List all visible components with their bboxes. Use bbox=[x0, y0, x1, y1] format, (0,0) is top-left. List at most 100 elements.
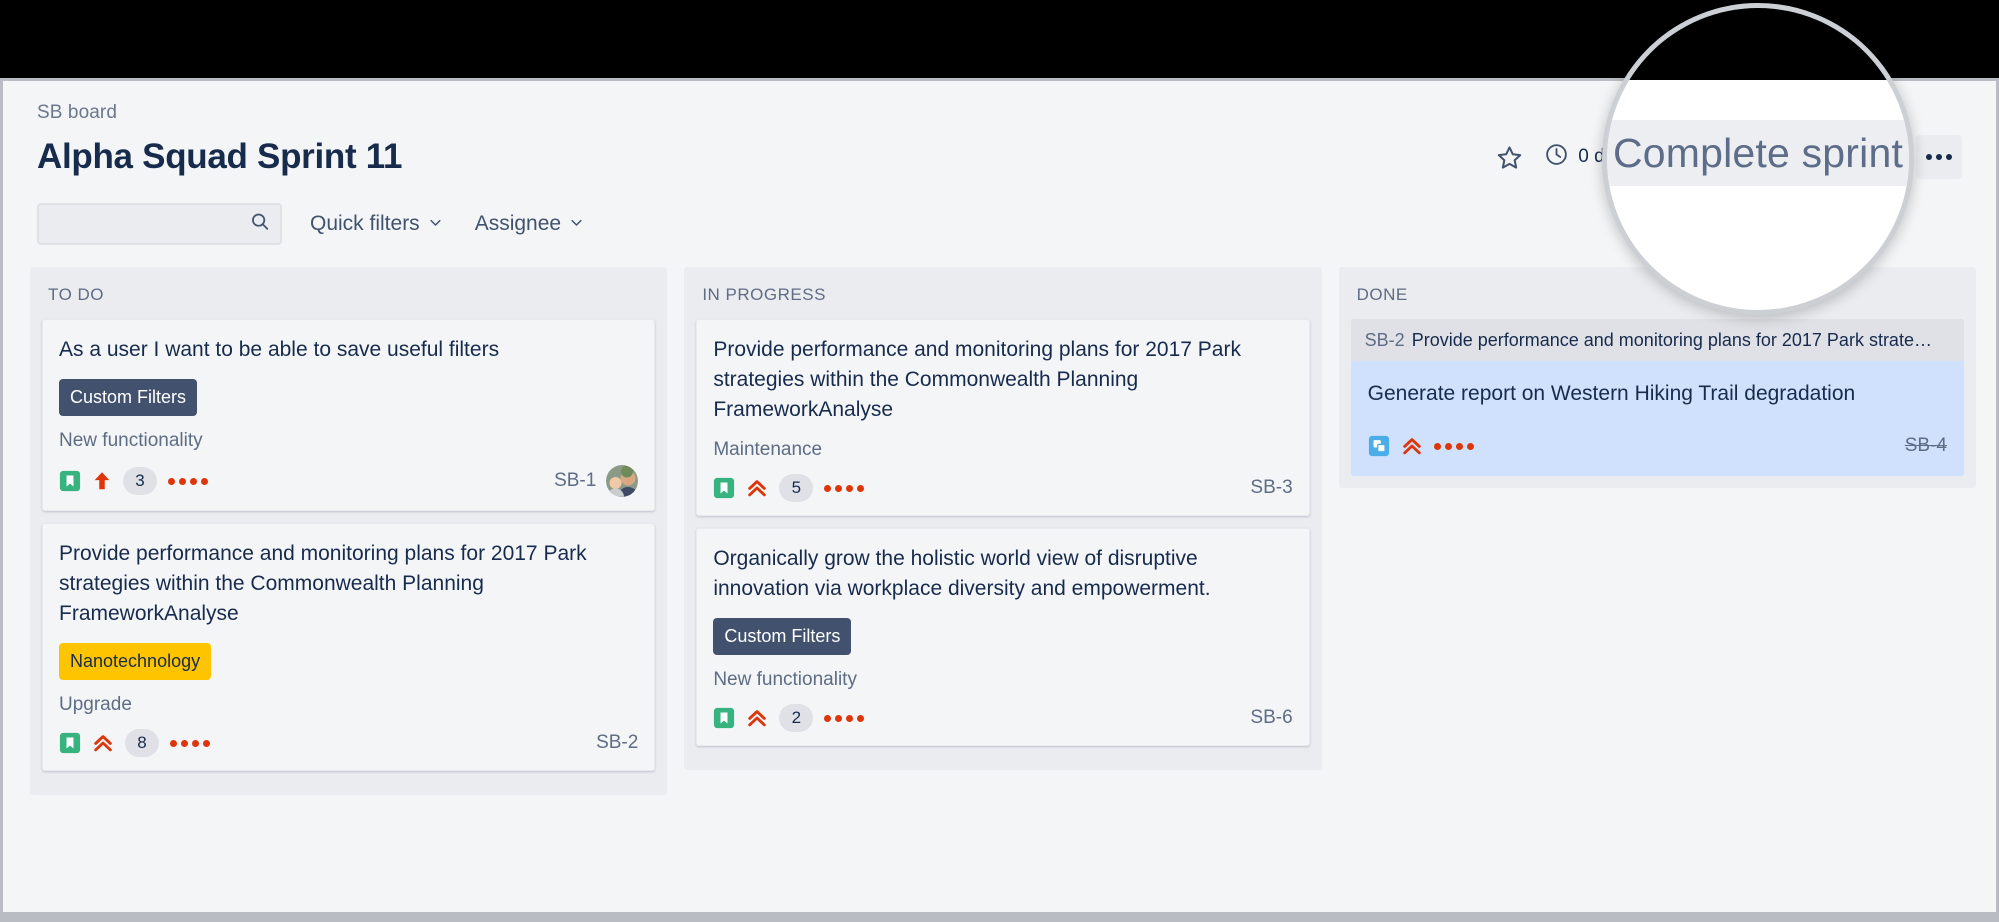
issue-card-footer: SB-4 bbox=[1368, 435, 1947, 457]
chevron-down-icon bbox=[569, 212, 584, 236]
more-actions-button[interactable] bbox=[1916, 135, 1962, 179]
issue-key[interactable]: SB-2 bbox=[596, 732, 638, 754]
flag-dot bbox=[857, 484, 865, 492]
flagged-dots-icon bbox=[168, 477, 208, 485]
assignee-label: Assignee bbox=[474, 212, 562, 235]
more-dot bbox=[1926, 154, 1932, 160]
parent-issue-group-header[interactable]: SB-2 Provide performance and monitoring p… bbox=[1350, 319, 1964, 361]
issue-key[interactable]: SB-1 bbox=[554, 470, 596, 492]
clock-icon bbox=[1544, 142, 1569, 173]
flagged-dots-icon bbox=[170, 739, 210, 747]
flag-dot bbox=[201, 477, 208, 485]
issue-card-title: Organically grow the holistic world view… bbox=[713, 547, 1211, 600]
column-header-todo: TO DO bbox=[48, 285, 105, 304]
column-header-inprogress: IN PROGRESS bbox=[702, 285, 826, 304]
priority-highest-chevrons-up-icon bbox=[746, 707, 768, 729]
flag-dot bbox=[1433, 442, 1441, 450]
issue-card-meta: 3 bbox=[59, 467, 208, 495]
board-columns: TO DO As a user I want to be able to save… bbox=[3, 245, 1996, 845]
flag-dot bbox=[190, 477, 197, 485]
flag-dot bbox=[179, 477, 186, 485]
issue-card[interactable]: Provide performance and monitoring plans… bbox=[696, 319, 1310, 516]
issue-card[interactable]: Generate report on Western Hiking Trail … bbox=[1350, 361, 1964, 476]
flag-dot bbox=[857, 714, 865, 722]
flag-dot bbox=[824, 714, 832, 722]
column-body-done: SB-2 Provide performance and monitoring p… bbox=[1339, 319, 1976, 476]
column-body-inprogress: Provide performance and monitoring plans… bbox=[684, 319, 1321, 746]
search-input[interactable] bbox=[37, 203, 282, 245]
issue-card-title: Generate report on Western Hiking Trail … bbox=[1367, 382, 1856, 405]
issue-card[interactable]: Organically grow the holistic world view… bbox=[696, 528, 1310, 746]
story-bookmark-icon bbox=[59, 470, 81, 492]
issue-card-title: Provide performance and monitoring plans… bbox=[713, 338, 1241, 421]
magnifier-overlay: Complete sprint bbox=[1602, 3, 1914, 315]
story-bookmark-icon bbox=[59, 732, 81, 754]
flag-dot bbox=[835, 714, 843, 722]
flag-dot bbox=[1455, 442, 1463, 450]
search-field-wrapper bbox=[37, 203, 282, 245]
issue-card-title: As a user I want to be able to save usef… bbox=[59, 338, 500, 361]
page-title: Alpha Squad Sprint 11 bbox=[37, 137, 403, 176]
flag-dot bbox=[203, 739, 210, 747]
star-button[interactable] bbox=[1488, 136, 1530, 178]
issue-epic-label[interactable]: Upgrade bbox=[59, 694, 638, 716]
avatar[interactable] bbox=[606, 465, 639, 497]
parent-issue-key: SB-2 bbox=[1364, 330, 1405, 350]
issue-label-chip[interactable]: Custom Filters bbox=[713, 618, 852, 655]
issue-card-meta: 2 bbox=[713, 704, 865, 732]
story-bookmark-icon bbox=[713, 477, 735, 499]
column-body-todo: As a user I want to be able to save usef… bbox=[30, 319, 667, 771]
flag-dot bbox=[824, 484, 832, 492]
flagged-dots-icon bbox=[824, 714, 865, 722]
chevron-down-icon bbox=[428, 212, 443, 236]
subtask-squares-icon bbox=[1368, 435, 1390, 457]
issue-card-footer: 2 SB-6 bbox=[713, 704, 1293, 732]
more-dot bbox=[1946, 154, 1952, 160]
quick-filters-label: Quick filters bbox=[310, 212, 420, 235]
priority-highest-chevrons-up-icon bbox=[1401, 435, 1423, 457]
flagged-dots-icon bbox=[1433, 442, 1474, 450]
issue-label-chip[interactable]: Nanotechnology bbox=[59, 643, 212, 680]
flag-dot bbox=[846, 714, 854, 722]
issue-label-chip[interactable]: Custom Filters bbox=[59, 379, 198, 416]
magnifier-black-band bbox=[1607, 8, 1909, 80]
issue-card-identity: SB-6 bbox=[1250, 707, 1292, 729]
issue-epic-label[interactable]: New functionality bbox=[713, 669, 1292, 691]
story-point-estimate[interactable]: 3 bbox=[123, 467, 157, 495]
priority-highest-chevrons-up-icon bbox=[92, 732, 114, 754]
star-icon bbox=[1496, 144, 1523, 171]
issue-card-footer: 5 SB-3 bbox=[713, 474, 1293, 502]
assignee-dropdown[interactable]: Assignee bbox=[471, 206, 588, 242]
quick-filters-dropdown[interactable]: Quick filters bbox=[306, 206, 447, 242]
issue-card-identity: SB-1 bbox=[554, 465, 639, 497]
flag-dot bbox=[181, 739, 188, 747]
flag-dot bbox=[835, 484, 843, 492]
magnified-complete-sprint-label: Complete sprint bbox=[1612, 129, 1904, 176]
parent-issue-summary: Provide performance and monitoring plans… bbox=[1411, 330, 1932, 350]
story-point-estimate[interactable]: 8 bbox=[125, 729, 159, 757]
story-point-estimate[interactable]: 5 bbox=[779, 474, 814, 502]
issue-card-footer: 8 SB-2 bbox=[59, 729, 638, 757]
flag-dot bbox=[168, 477, 175, 485]
issue-epic-label[interactable]: Maintenance bbox=[713, 439, 1292, 461]
issue-key[interactable]: SB-6 bbox=[1250, 707, 1292, 729]
issue-card[interactable]: Provide performance and monitoring plans… bbox=[42, 523, 656, 771]
flag-dot bbox=[846, 484, 854, 492]
board-column-inprogress: IN PROGRESS Provide performance and monit… bbox=[684, 267, 1322, 770]
priority-highest-chevrons-up-icon bbox=[746, 477, 768, 499]
issue-card-identity: SB-4 bbox=[1905, 435, 1947, 457]
flag-dot bbox=[170, 739, 177, 747]
issue-key[interactable]: SB-3 bbox=[1250, 477, 1292, 499]
issue-card-meta bbox=[1368, 435, 1474, 457]
flag-dot bbox=[1466, 442, 1474, 450]
issue-card-title: Provide performance and monitoring plans… bbox=[59, 542, 587, 625]
issue-card[interactable]: As a user I want to be able to save usef… bbox=[42, 319, 656, 511]
board-column-todo: TO DO As a user I want to be able to save… bbox=[30, 267, 668, 795]
issue-card-meta: 5 bbox=[713, 474, 865, 502]
issue-card-footer: 3 SB-1 bbox=[59, 465, 639, 497]
flag-dot bbox=[192, 739, 199, 747]
issue-key[interactable]: SB-4 bbox=[1905, 435, 1947, 457]
issue-epic-label[interactable]: New functionality bbox=[59, 430, 638, 452]
flag-dot bbox=[1444, 442, 1452, 450]
story-point-estimate[interactable]: 2 bbox=[779, 704, 814, 732]
